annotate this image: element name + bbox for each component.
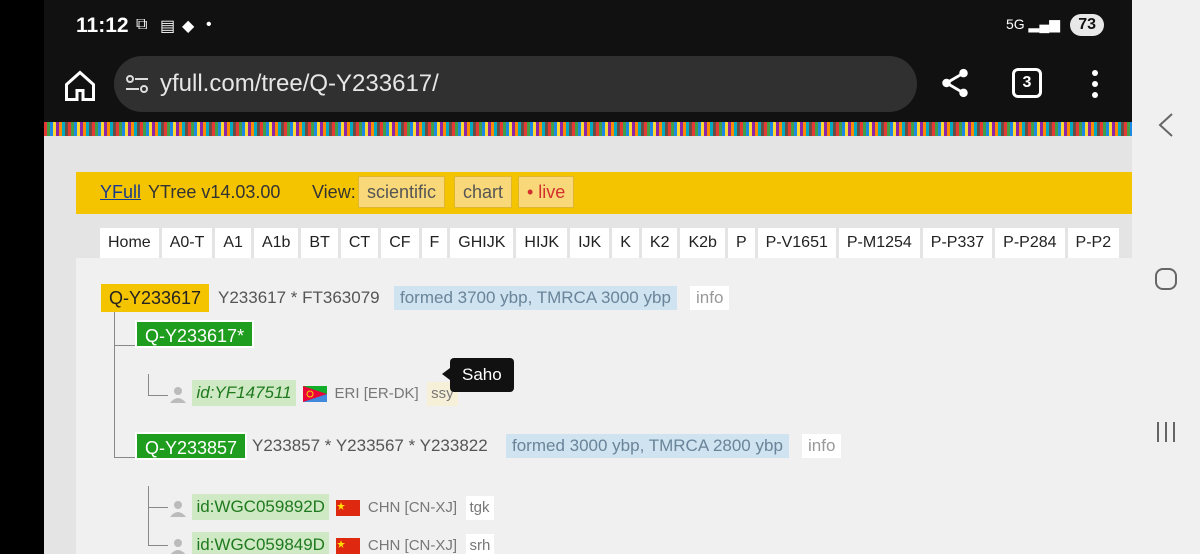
view-chart-button[interactable]: chart — [454, 176, 513, 208]
diamond-icon: ◆ — [182, 18, 195, 35]
notification-icon: ▤ — [160, 18, 176, 35]
browser-toolbar: yfull.com/tree/Q-Y233617/ 3 — [44, 52, 1132, 122]
nav-tab[interactable]: CT — [340, 228, 379, 258]
site-settings-icon[interactable] — [124, 72, 150, 96]
more-menu-icon[interactable] — [1089, 68, 1101, 100]
network-type: 5G — [1005, 16, 1025, 32]
nav-tab[interactable]: P-V1651 — [757, 228, 836, 258]
tree-connector — [148, 374, 168, 396]
nav-tab[interactable]: GHIJK — [450, 228, 514, 258]
signal-icon: 5G ▂▄▆ — [1005, 16, 1060, 32]
clade-child-1[interactable]: Q-Y233617* — [135, 320, 255, 348]
child2-info-link[interactable]: info — [802, 434, 842, 458]
nav-tab[interactable]: A0-T — [161, 228, 213, 258]
view-scientific-button[interactable]: scientific — [358, 176, 446, 208]
nav-tab[interactable]: P — [727, 228, 755, 258]
clade-root[interactable]: Q-Y233617 — [101, 284, 210, 312]
person-icon — [170, 386, 186, 403]
nav-tab[interactable]: Home — [100, 228, 159, 258]
clock: 11:12 — [76, 14, 129, 37]
sample-row: id:WGC059892D CHN [CN-XJ] tgk — [168, 494, 494, 522]
nav-tab[interactable]: K — [612, 228, 639, 258]
sample-language[interactable]: srh — [465, 534, 495, 554]
child2-formed: formed 3000 ybp, TMRCA 2800 ybp — [506, 434, 789, 458]
nav-tab[interactable]: P-P284 — [995, 228, 1065, 258]
recent-apps-icon[interactable] — [1154, 420, 1178, 444]
nav-tab[interactable]: F — [421, 228, 448, 258]
decorative-stripe — [44, 122, 1132, 136]
nav-tab[interactable]: A1b — [253, 228, 299, 258]
sample-language[interactable]: tgk — [465, 496, 494, 520]
url-text: yfull.com/tree/Q-Y233617/ — [160, 70, 439, 97]
tooltip-arrow — [442, 368, 450, 380]
dot-icon: • — [206, 16, 212, 33]
language-tooltip: Saho — [450, 358, 514, 392]
nav-tab[interactable]: K2 — [641, 228, 678, 258]
site-header: YFull YTree v14.03.00 View: scientific c… — [76, 172, 1132, 214]
tab-switcher-button[interactable]: 3 — [1012, 68, 1042, 98]
view-live-button[interactable]: • live — [518, 176, 575, 208]
tree-connector — [148, 486, 168, 546]
phone-screen: 11:12 ⧉ ▤ ◆ • 5G ▂▄▆ 73 yfull.com/tree/Q… — [0, 0, 1200, 554]
share-icon[interactable] — [938, 66, 972, 100]
sample-country: CHN [CN-XJ] — [367, 499, 458, 516]
haplogroup-breadcrumb: Home A0-T A1 A1b BT CT CF F GHIJK HIJK IJK K K2 K2b P P… — [100, 228, 1122, 258]
person-icon — [170, 538, 186, 554]
sample-country: ERI [ER-DK] — [334, 385, 419, 402]
site-version: YTree v14.03.00 — [148, 182, 281, 202]
child2-snps: Y233857 * Y233567 * Y233822 — [252, 436, 488, 455]
nav-tab[interactable]: IJK — [570, 228, 610, 258]
china-flag-icon — [336, 537, 361, 554]
tree-view: Q-Y233617 Y233617 * FT363079 formed 3700… — [76, 258, 1132, 554]
nav-tab[interactable]: P-P2 — [1067, 228, 1120, 258]
web-page: YFull YTree v14.03.00 View: scientific c… — [44, 136, 1132, 554]
eritrea-flag-icon — [303, 385, 328, 402]
root-snps: Y233617 * FT363079 — [218, 288, 380, 307]
sample-row: id:YF147511 ERI [ER-DK] ssy — [168, 380, 458, 408]
address-bar[interactable]: yfull.com/tree/Q-Y233617/ — [114, 56, 917, 112]
battery-indicator: 73 — [1070, 14, 1104, 36]
site-link[interactable]: YFull — [100, 182, 141, 203]
sample-id[interactable]: id:YF147511 — [192, 380, 296, 406]
clade-child-2[interactable]: Q-Y233857 — [135, 432, 248, 460]
status-bar: 11:12 ⧉ ▤ ◆ • 5G ▂▄▆ 73 — [44, 0, 1132, 52]
nav-tab[interactable]: K2b — [680, 228, 725, 258]
nav-tab[interactable]: A1 — [215, 228, 251, 258]
root-formed: formed 3700 ybp, TMRCA 3000 ybp — [394, 286, 677, 310]
screenshot-icon: ⧉ — [136, 16, 148, 33]
sample-country: CHN [CN-XJ] — [367, 537, 458, 554]
back-icon[interactable] — [1154, 112, 1178, 138]
view-label: View: — [312, 182, 356, 202]
root-info-link[interactable]: info — [690, 286, 730, 310]
nav-tab[interactable]: P-M1254 — [838, 228, 920, 258]
nav-tab[interactable]: BT — [301, 228, 338, 258]
person-icon — [170, 500, 186, 517]
china-flag-icon — [336, 499, 361, 516]
nav-tab[interactable]: P-P337 — [922, 228, 993, 258]
home-circle-icon[interactable] — [1154, 267, 1178, 291]
tree-connector — [114, 312, 136, 346]
nav-tab[interactable]: HIJK — [516, 228, 568, 258]
sample-id[interactable]: id:WGC059892D — [192, 494, 329, 520]
nav-tab[interactable]: CF — [381, 228, 419, 258]
system-nav-bar — [1132, 0, 1200, 554]
home-icon[interactable] — [62, 68, 98, 104]
sample-row: id:WGC059849D CHN [CN-XJ] srh — [168, 532, 495, 554]
sample-id[interactable]: id:WGC059849D — [192, 532, 329, 554]
